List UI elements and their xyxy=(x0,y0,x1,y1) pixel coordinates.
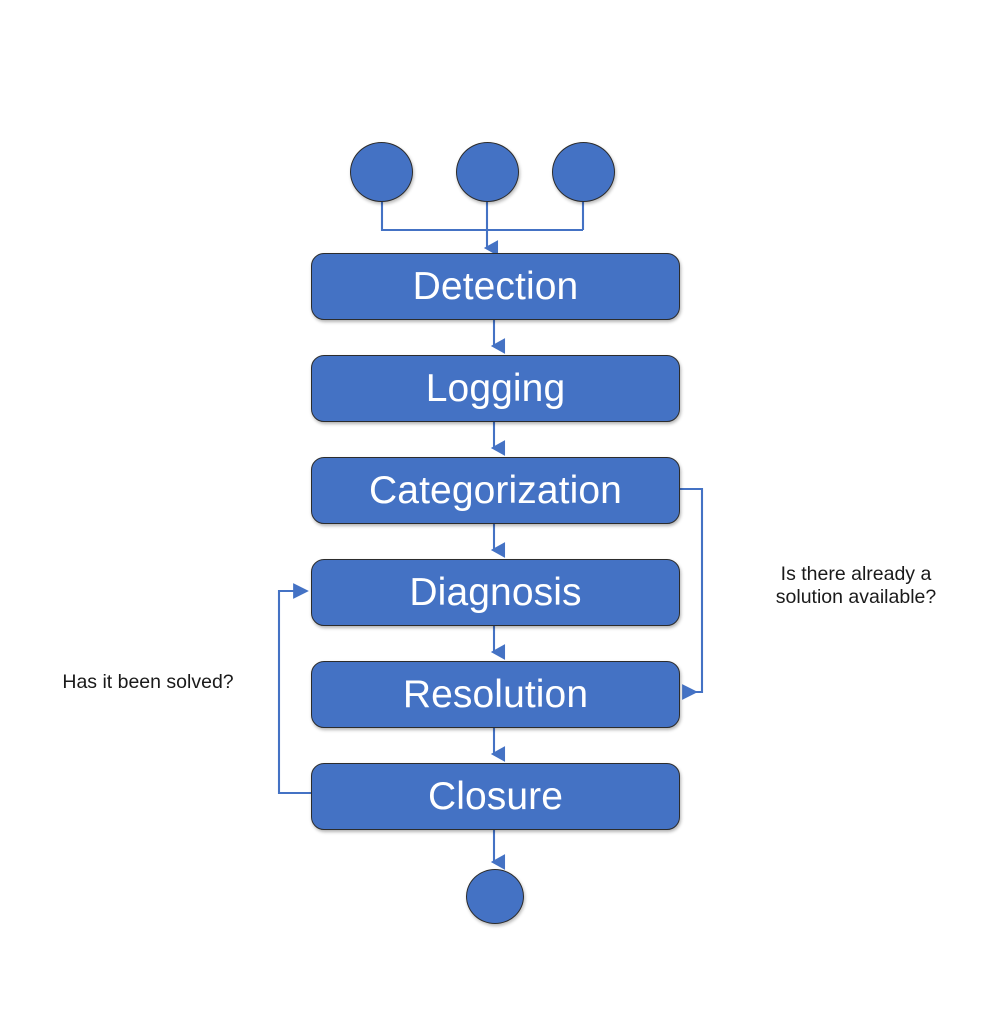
stage-closure[interactable]: Closure xyxy=(311,763,680,830)
stage-detection[interactable]: Detection xyxy=(311,253,680,320)
connector-source1-to-bus xyxy=(380,202,583,232)
stage-label-diagnosis: Diagnosis xyxy=(409,571,582,614)
stage-label-logging: Logging xyxy=(425,367,566,410)
end-node-process-end[interactable] xyxy=(466,869,524,924)
start-node-input-source-3[interactable] xyxy=(552,142,615,202)
stage-diagnosis[interactable]: Diagnosis xyxy=(311,559,680,626)
flowchart-canvas: Detection Logging Categorization Diagnos… xyxy=(0,0,996,1024)
stage-label-resolution: Resolution xyxy=(402,673,589,716)
stage-categorization[interactable]: Categorization xyxy=(311,457,680,524)
stage-label-closure: Closure xyxy=(427,775,564,818)
annotation-solved-check: Has it been solved? xyxy=(62,671,234,693)
start-node-input-source-1[interactable] xyxy=(350,142,413,202)
stage-resolution[interactable]: Resolution xyxy=(311,661,680,728)
stage-logging[interactable]: Logging xyxy=(311,355,680,422)
stage-label-categorization: Categorization xyxy=(369,469,622,512)
annotation-solution-available: Is there already a solution available? xyxy=(775,563,937,608)
connector-closure-to-diagnosis-feedback xyxy=(277,583,311,795)
stage-label-detection: Detection xyxy=(412,265,579,308)
connector-categorization-to-resolution-bypass xyxy=(680,487,704,700)
start-node-input-source-2[interactable] xyxy=(456,142,519,202)
